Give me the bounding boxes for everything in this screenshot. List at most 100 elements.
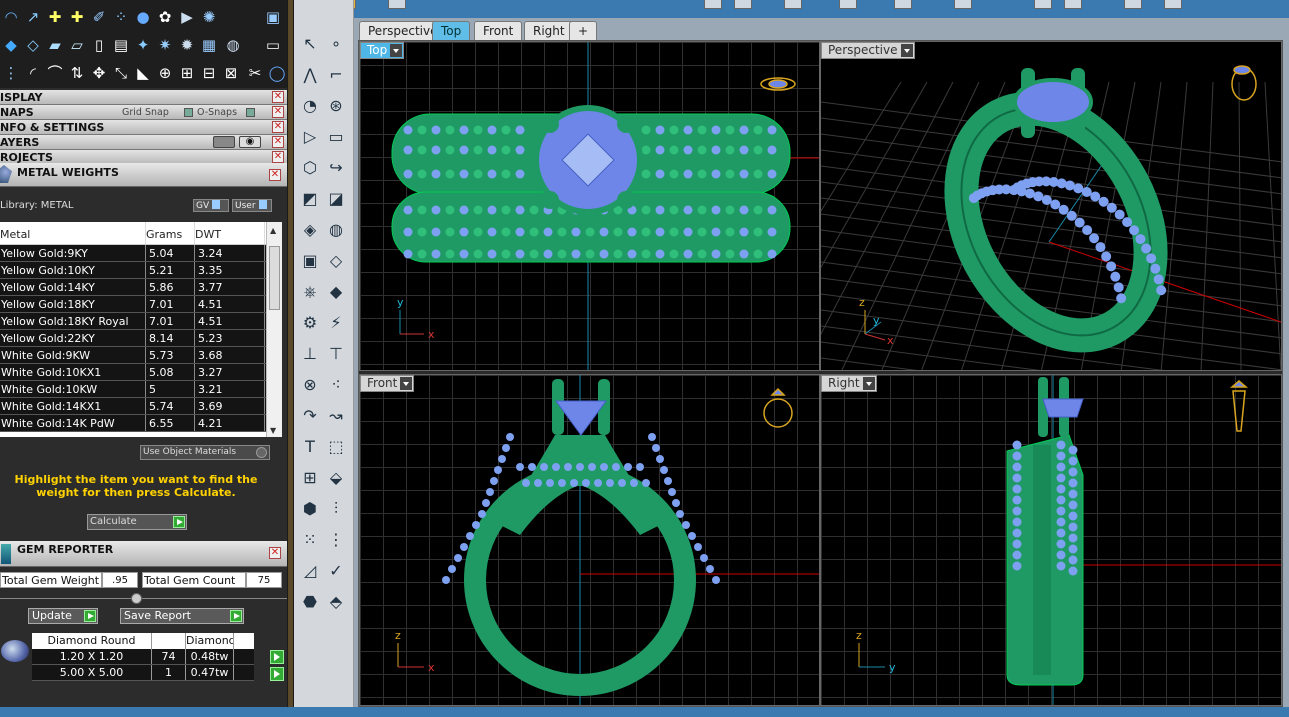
slider-knob[interactable] (131, 593, 142, 604)
viewport-label-top[interactable]: Top (360, 42, 405, 59)
sweep-icon[interactable]: ✐ (88, 6, 110, 28)
flash-icon[interactable]: ⚡ (324, 311, 348, 335)
drop-icon[interactable]: ● (132, 6, 154, 28)
gem-settings-icon[interactable]: ✺ (198, 6, 220, 28)
viewport-front[interactable]: z x Front (359, 374, 820, 706)
curve-icon[interactable]: ⌒ (44, 62, 66, 84)
close-icon[interactable]: ✕ (272, 121, 284, 133)
diamond-icon[interactable]: ◇ (22, 34, 44, 56)
table-row[interactable]: White Gold:14K PdW 6.55 4.21 (0, 415, 266, 432)
table-row[interactable]: 1.20 X 1.20 74 0.48tw (32, 649, 254, 665)
shade-icon[interactable] (839, 0, 857, 9)
prism-icon[interactable]: ⬣ (298, 590, 322, 614)
viewport-perspective[interactable]: z y x Perspective (820, 41, 1282, 371)
projector-icon[interactable]: ▶ (176, 6, 198, 28)
pave-icon[interactable]: ⁘ (110, 6, 132, 28)
cut-icon[interactable]: ✂ (244, 62, 266, 84)
play-icon[interactable] (230, 610, 242, 622)
panel-splitter[interactable] (287, 0, 294, 717)
tab-add[interactable]: + (569, 21, 598, 40)
close-icon[interactable]: ✕ (272, 136, 284, 148)
use-object-materials-toggle[interactable]: Use Object Materials (140, 445, 270, 460)
gem-icon[interactable]: ◆ (324, 280, 348, 304)
info-section-header[interactable]: NFO & SETTINGS ✕ (0, 120, 287, 135)
gear-icon[interactable]: ✿ (154, 6, 176, 28)
combine-icon[interactable]: ✚ (66, 6, 88, 28)
viewport-label-front[interactable]: Front (360, 375, 415, 392)
sweep-icon[interactable]: ↷ (298, 404, 322, 428)
frame-icon[interactable]: ⬚ (324, 435, 348, 459)
table-row[interactable]: Yellow Gold:14KY 5.86 3.77 (0, 279, 266, 296)
close-icon[interactable]: ✕ (269, 169, 281, 181)
display-section-header[interactable]: ISPLAY ✕ (0, 90, 287, 105)
use-object-materials-radio[interactable] (256, 447, 267, 458)
doc-icon[interactable]: ▤ (110, 34, 132, 56)
table-row[interactable]: White Gold:9KW 5.73 3.68 (0, 347, 266, 364)
column-dwt[interactable]: DWT (195, 222, 265, 244)
groove-icon[interactable]: ⊗ (298, 373, 322, 397)
table-row[interactable]: Yellow Gold:10KY 5.21 3.35 (0, 262, 266, 279)
move-icon[interactable]: ✥ (88, 62, 110, 84)
rail-icon[interactable]: ↗ (22, 6, 44, 28)
rectangle-icon[interactable]: ▭ (324, 125, 348, 149)
dropdown-icon[interactable] (862, 377, 875, 390)
play-icon[interactable] (84, 610, 96, 622)
gem-icon[interactable]: ▰ (44, 34, 66, 56)
solid-icon[interactable]: ◈ (298, 218, 322, 242)
table-row[interactable]: Yellow Gold:22KY 8.14 5.23 (0, 330, 266, 347)
array-icon[interactable]: ⊞ (298, 466, 322, 490)
table-row[interactable]: Yellow Gold:18KY 7.01 4.51 (0, 296, 266, 313)
rotate-icon[interactable]: ↝ (324, 404, 348, 428)
snaps-section-header[interactable]: NAPS Grid Snap O-Snaps ✕ (0, 105, 287, 120)
layer-visibility-icon[interactable] (213, 136, 235, 148)
tab-front[interactable]: Front (474, 21, 523, 40)
print-icon[interactable] (388, 0, 406, 9)
layers-section-header[interactable]: AYERS ◉ ✕ (0, 135, 287, 150)
layer-icon[interactable] (954, 0, 972, 9)
circle-icon[interactable]: ⊛ (324, 94, 348, 118)
table-row[interactable]: White Gold:14KX1 5.74 3.69 (0, 398, 266, 415)
zoom-icon[interactable] (704, 0, 722, 9)
polyline-icon[interactable]: ⋀ (298, 63, 322, 87)
link-icon[interactable]: ⊞ (176, 62, 198, 84)
close-icon[interactable]: ✕ (269, 547, 281, 559)
select-icon[interactable]: ↖ (298, 32, 322, 56)
settings-icon[interactable] (1064, 0, 1082, 9)
scroll-thumb[interactable] (269, 246, 280, 310)
boolean-icon[interactable]: ⎈ (298, 280, 322, 304)
chamfer-icon[interactable]: ◿ (298, 559, 322, 583)
save-report-button[interactable]: Save Report (120, 608, 244, 624)
close-icon[interactable]: ✕ (272, 91, 284, 103)
arc-icon[interactable]: ◔ (298, 94, 322, 118)
viewport-right[interactable]: z y Right (820, 374, 1282, 706)
curve-icon[interactable]: ↪ (324, 156, 348, 180)
metal-weights-header[interactable]: METAL WEIGHTS ✕ (0, 163, 287, 187)
unlink-icon[interactable]: ⊟ (198, 62, 220, 84)
gem-reporter-header[interactable]: GEM REPORTER ✕ (0, 541, 287, 567)
column-metal[interactable]: Metal (0, 222, 146, 244)
rail-icon[interactable]: ⫶ (324, 497, 348, 521)
material-icon[interactable] (894, 0, 912, 9)
arc-icon[interactable]: ◜ (22, 62, 44, 84)
calculate-button[interactable]: Calculate (87, 514, 187, 530)
dropdown-icon[interactable] (400, 377, 413, 390)
user-checkbox[interactable] (258, 200, 267, 209)
point-icon[interactable]: ∘ (324, 32, 348, 56)
line-icon[interactable]: ⌐ (324, 63, 348, 87)
o-snaps-toggle[interactable]: O-Snaps (197, 105, 237, 120)
grid-snap-checkbox[interactable] (184, 108, 193, 117)
bar-icon[interactable]: ▱ (66, 34, 88, 56)
shape-icon[interactable]: ◆ (0, 34, 22, 56)
resize-icon[interactable]: ⤡ (110, 62, 132, 84)
add-icon[interactable]: ✚ (44, 6, 66, 28)
dropdown-icon[interactable] (390, 44, 403, 57)
viewport-label-right[interactable]: Right (821, 375, 877, 392)
polygon-icon[interactable]: ⬡ (298, 156, 322, 180)
panel-icon[interactable]: ▭ (262, 34, 284, 56)
triangle-icon[interactable]: ▷ (298, 125, 322, 149)
scroll-up-icon[interactable]: ▲ (270, 226, 276, 235)
table-row[interactable]: White Gold:10KW 5 3.21 (0, 381, 266, 398)
sphere-icon[interactable]: ◍ (324, 218, 348, 242)
dropdown-icon[interactable] (900, 44, 913, 57)
join-icon[interactable]: ⊤ (324, 342, 348, 366)
